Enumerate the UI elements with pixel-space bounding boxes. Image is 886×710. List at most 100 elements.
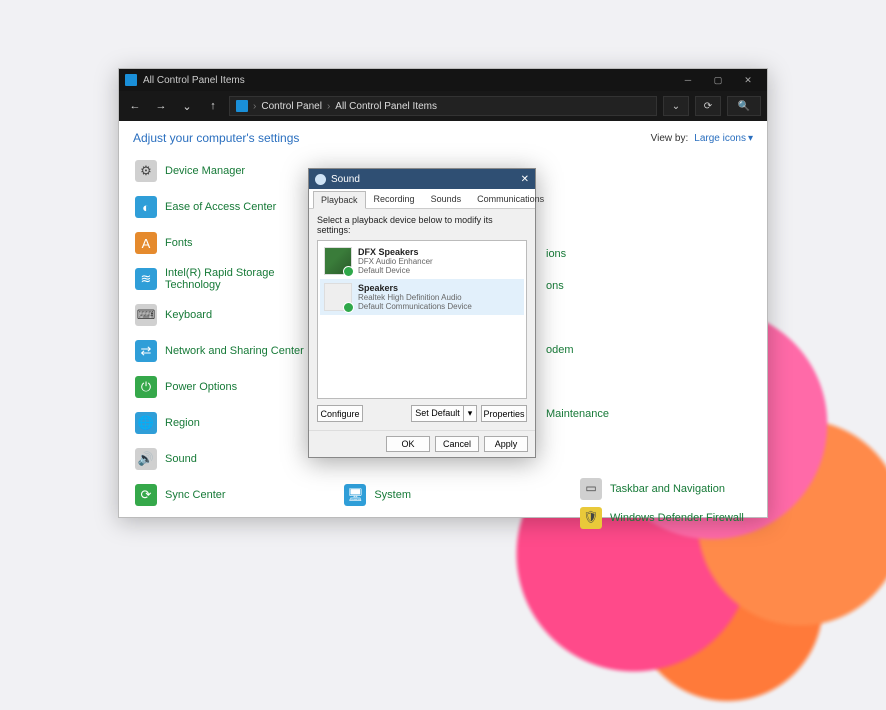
recent-dropdown[interactable]: ⌄ <box>177 96 197 116</box>
content-header: Adjust your computer's settings <box>133 131 299 145</box>
device-status: Default Device <box>358 266 433 275</box>
cp-label: Sync Center <box>165 489 226 501</box>
ok-button[interactable]: OK <box>386 436 430 452</box>
cp-item-col3 <box>552 443 753 475</box>
dialog-title: Sound <box>331 174 360 185</box>
cp-label: Power Options <box>165 381 237 393</box>
partial-item[interactable]: Maintenance <box>546 408 609 420</box>
tab-communications[interactable]: Communications <box>469 190 552 208</box>
viewby-label: View by: <box>651 133 689 144</box>
device-spk[interactable]: Speakers Realtek High Definition Audio D… <box>320 279 524 315</box>
cp-item-col3 <box>552 371 753 403</box>
tab-playback[interactable]: Playback <box>313 191 366 209</box>
titlebar: All Control Panel Items ─ ▢ ✕ <box>119 69 767 91</box>
set-default-button[interactable]: Set Default <box>411 405 463 422</box>
cp-item-keyboard[interactable]: ⌨Keyboard <box>133 299 334 331</box>
cp-item-col3 <box>552 335 753 367</box>
breadcrumb-sep: › <box>253 101 256 112</box>
device-dfx[interactable]: DFX Speakers DFX Audio Enhancer Default … <box>320 243 524 279</box>
partial-item[interactable]: 🛡 Windows Defender Firewall <box>580 507 744 529</box>
device-detail: DFX Audio Enhancer <box>358 257 433 266</box>
location-icon <box>236 100 248 112</box>
device-detail: Realtek High Definition Audio <box>358 293 472 302</box>
cp-item-col3 <box>552 263 753 295</box>
cp-item-troubleshooting[interactable]: 🛠Troubleshooting <box>133 515 334 517</box>
cp-item-col3 <box>552 227 753 259</box>
cancel-button[interactable]: Cancel <box>435 436 479 452</box>
breadcrumb-1[interactable]: Control Panel <box>261 101 322 112</box>
window-title: All Control Panel Items <box>143 75 245 86</box>
cp-item-region[interactable]: 🌐Region <box>133 407 334 439</box>
device-name: Speakers <box>358 283 472 293</box>
cp-item-sound-item[interactable]: 🔊 Sound <box>133 443 334 475</box>
minimize-button[interactable]: ─ <box>675 72 701 88</box>
address-bar[interactable]: › Control Panel › All Control Panel Item… <box>229 96 657 116</box>
refresh-button[interactable]: ⟳ <box>695 96 721 116</box>
cp-item-fonts[interactable]: AFonts <box>133 227 334 259</box>
cp-item-user-accounts[interactable]: 👤User Accounts <box>342 515 543 517</box>
check-icon <box>343 302 354 313</box>
partial-item[interactable]: ons <box>546 280 564 292</box>
maximize-button[interactable]: ▢ <box>705 72 731 88</box>
power-options-icon: ⏻ <box>135 376 157 398</box>
sound-icon <box>315 174 326 185</box>
breadcrumb-2[interactable]: All Control Panel Items <box>335 101 437 112</box>
device-list[interactable]: DFX Speakers DFX Audio Enhancer Default … <box>317 240 527 399</box>
sync-center-icon: ⟳ <box>135 484 157 506</box>
set-default-dropdown[interactable]: ▾ <box>463 405 477 422</box>
sound-item-icon: 🔊 <box>135 448 157 470</box>
app-icon <box>125 74 137 86</box>
cp-label: Ease of Access Center <box>165 201 276 213</box>
configure-button[interactable]: Configure <box>317 405 363 422</box>
navbar: ← → ⌄ ↑ › Control Panel › All Control Pa… <box>119 91 767 121</box>
up-button[interactable]: ↑ <box>203 96 223 116</box>
tab-sounds[interactable]: Sounds <box>423 190 470 208</box>
dialog-close-button[interactable]: ✕ <box>521 174 529 185</box>
cp-item-ease-of-access[interactable]: ◐ Ease of Access Center <box>133 191 334 223</box>
apply-button[interactable]: Apply <box>484 436 528 452</box>
system-icon: 🖥 <box>344 484 366 506</box>
chevron-down-icon: ▾ <box>748 133 753 144</box>
check-icon <box>343 266 354 277</box>
dialog-tabs: PlaybackRecordingSoundsCommunications <box>309 189 535 209</box>
breadcrumb-sep: › <box>327 101 330 112</box>
ease-of-access-icon: ◐ <box>135 196 157 218</box>
cp-label: Sound <box>165 453 197 465</box>
sound-dialog: Sound ✕ PlaybackRecordingSoundsCommunica… <box>308 168 536 458</box>
cp-item-power-options[interactable]: ⏻ Power Options <box>133 371 334 403</box>
set-default-split[interactable]: Set Default ▾ <box>411 405 477 422</box>
partial-icon: ▭ <box>580 478 602 500</box>
partial-item[interactable]: ions <box>546 248 566 260</box>
device-icon <box>324 247 352 275</box>
tab-recording[interactable]: Recording <box>366 190 423 208</box>
address-dropdown[interactable]: ⌄ <box>663 96 689 116</box>
device-status: Default Communications Device <box>358 302 472 311</box>
cp-label: Device Manager <box>165 165 245 177</box>
properties-button[interactable]: Properties <box>481 405 527 422</box>
partial-item[interactable]: ▭Taskbar and Navigation <box>580 478 725 500</box>
network-sharing-icon: ⇄ <box>135 340 157 362</box>
forward-button[interactable]: → <box>151 96 171 116</box>
dialog-titlebar: Sound ✕ <box>309 169 535 189</box>
cp-item-intel-rst[interactable]: ≋Intel(R) Rapid Storage Technology <box>133 263 334 295</box>
cp-item-device-manager[interactable]: ⚙Device Manager <box>133 155 334 187</box>
device-name: DFX Speakers <box>358 247 433 257</box>
region-icon: 🌐 <box>135 412 157 434</box>
fonts-icon: A <box>135 232 157 254</box>
partial-item[interactable]: odem <box>546 344 574 356</box>
cp-item-sync-center[interactable]: ⟳ Sync Center <box>133 479 334 511</box>
cp-label: System <box>374 489 411 501</box>
search-button[interactable]: 🔍 <box>727 96 761 116</box>
partial-label: Windows Defender Firewall <box>610 512 744 524</box>
back-button[interactable]: ← <box>125 96 145 116</box>
partial-icon: 🛡 <box>580 507 602 529</box>
close-button[interactable]: ✕ <box>735 72 761 88</box>
cp-item-network-sharing[interactable]: ⇄ Network and Sharing Center <box>133 335 334 367</box>
dialog-instruction: Select a playback device below to modify… <box>317 215 527 235</box>
viewby-selector[interactable]: Large icons ▾ <box>694 133 753 144</box>
cp-item-system[interactable]: 🖥 System <box>342 479 543 511</box>
cp-item-col3 <box>552 191 753 223</box>
cp-item-col3 <box>552 299 753 331</box>
cp-label: Network and Sharing Center <box>165 345 304 357</box>
device-icon <box>324 283 352 311</box>
